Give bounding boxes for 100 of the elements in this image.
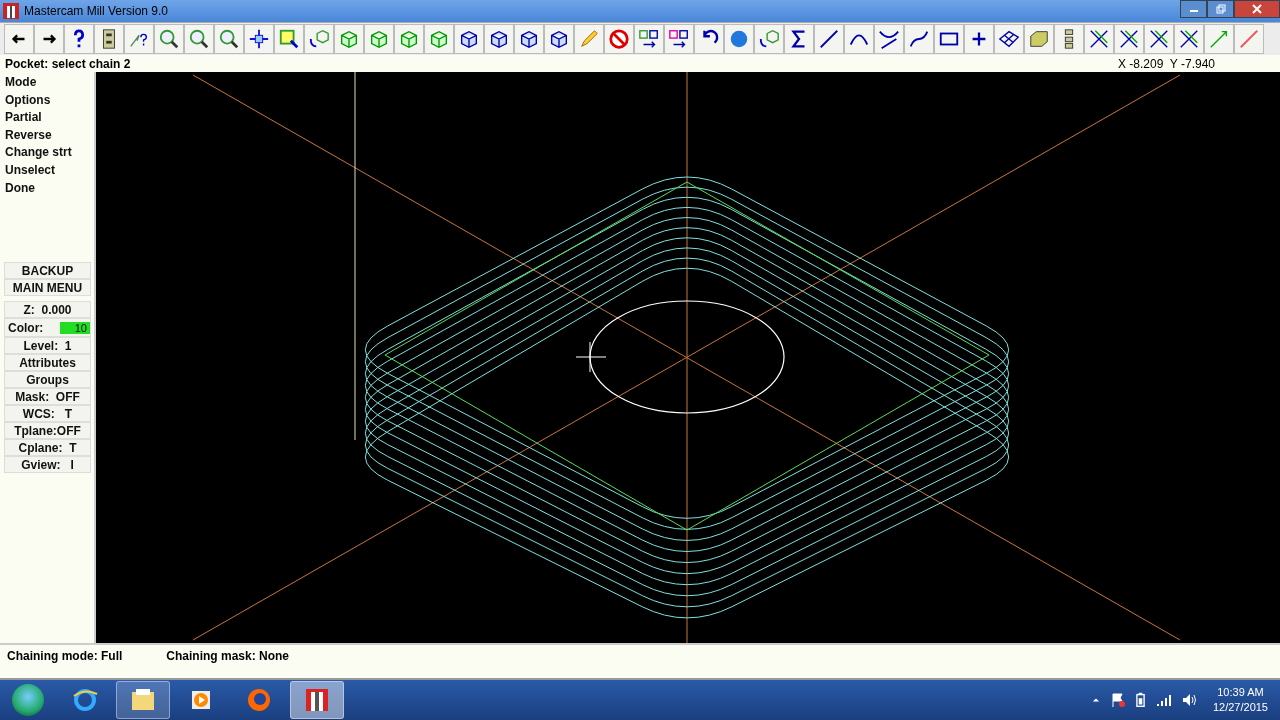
surface-icon [998,28,1020,50]
toolbar-button[interactable] [1174,24,1204,54]
cube-icon [548,28,570,50]
setting-button[interactable]: Groups [4,371,91,388]
pencil-icon [578,28,600,50]
toolbar-button[interactable] [1144,24,1174,54]
clock[interactable]: 10:39 AM 12/27/2015 [1212,685,1268,715]
line-icon [1238,28,1260,50]
spline-icon [908,28,930,50]
zoom-icon [158,28,180,50]
select-icon [278,28,300,50]
cube-icon [458,28,480,50]
cube-icon [428,28,450,50]
clock-date: 12/27/2015 [1212,700,1268,715]
sphere-icon [728,28,750,50]
toolbar-button[interactable] [514,24,544,54]
toolbar-button[interactable] [694,24,724,54]
toolbar-button[interactable] [634,24,664,54]
close-button[interactable] [1234,0,1280,18]
setting-button[interactable]: Gview: I [4,456,91,473]
setting-button[interactable]: Tplane:OFF [4,422,91,439]
toolbar-button[interactable] [64,24,94,54]
toolbar-button[interactable] [34,24,64,54]
toolbar-button[interactable] [814,24,844,54]
menu-item[interactable]: Done [0,179,35,198]
toolbar-button[interactable] [664,24,694,54]
toolbar-button[interactable] [934,24,964,54]
toolbar-button[interactable] [544,24,574,54]
chaining-mode-text: Chaining mode: Full [7,649,123,665]
restore-button[interactable] [1207,0,1234,18]
crossed-lines-icon [1178,28,1200,50]
show-hidden-icons-icon[interactable] [1091,696,1100,704]
app-logo-icon [3,3,19,19]
close-icon [1252,4,1262,14]
toolbar-button[interactable] [94,24,124,54]
solid-icon [1028,28,1050,50]
toolbar-button[interactable] [244,24,274,54]
speaker-icon[interactable] [1180,692,1197,708]
toolbar-button[interactable] [904,24,934,54]
menu-item[interactable]: Mode [0,74,37,92]
clock-time: 10:39 AM [1217,685,1264,700]
toolbar-button[interactable] [784,24,814,54]
toolbar-button[interactable] [454,24,484,54]
toolbar-button[interactable] [874,24,904,54]
prompt-text: Pocket: select chain 2 [5,56,131,71]
menu-item[interactable]: Reverse [0,126,52,145]
cube-icon [368,28,390,50]
signal-icon[interactable] [1154,692,1171,708]
crossed-lines-icon [1118,28,1140,50]
cursor-coordinates: X -8.209 Y -7.940 [1118,56,1215,71]
no-sign-icon [608,28,630,50]
pan-icon [248,28,270,50]
crossed-lines-icon [1088,28,1110,50]
line-icon [818,28,840,50]
menu-item[interactable]: Change strt [0,144,72,162]
cube-icon [518,28,540,50]
toolbar-button[interactable] [844,24,874,54]
menu-item[interactable]: Options [0,91,51,110]
toolbar-button[interactable] [1054,24,1084,54]
toolbar-button[interactable] [484,24,514,54]
color-label: Color: [8,320,44,335]
zoom-icon [188,28,210,50]
menu-button[interactable]: MAIN MENU [4,279,91,296]
copy-icon [638,28,660,50]
setting-button[interactable]: Level: 1 [4,337,91,354]
chaining-mask-text: Chaining mask: None [166,649,289,665]
taskbar-app[interactable] [116,681,170,719]
cube-icon [398,28,420,50]
setting-button[interactable]: WCS: T [4,405,91,422]
cube-icon [488,28,510,50]
setting-button[interactable]: Attributes [4,354,91,371]
minimize-button[interactable] [1180,0,1207,18]
taskbar-app[interactable] [290,681,344,719]
rotate-icon [308,28,330,50]
setting-button[interactable]: Z: 0.000 [4,301,91,318]
crossed-lines-icon [1148,28,1170,50]
menu-item[interactable]: Partial [0,109,42,127]
arrow-line-icon [1208,28,1230,50]
window-title: Mastercam Mill Version 9.0 [24,4,169,18]
color-setting[interactable]: Color: 10 [4,318,91,337]
app-logo-icon [303,686,331,714]
toolbar-button[interactable] [964,24,994,54]
toolbar-button[interactable] [4,24,34,54]
flag-icon[interactable] [1109,692,1126,708]
menu-item[interactable]: Unselect [0,161,56,180]
cube-icon [338,28,360,50]
toolbar-button[interactable] [1084,24,1114,54]
transform-icon [758,28,780,50]
zoom-icon [218,28,240,50]
copy-icon [668,28,690,50]
toolbar-button[interactable] [994,24,1024,54]
toolbar-button[interactable] [1114,24,1144,54]
battery-icon[interactable] [1135,692,1145,708]
restore-icon [1215,4,1226,14]
fillet-icon [878,28,900,50]
setting-button[interactable]: Cplane: T [4,439,91,456]
menu-button[interactable]: BACKUP [4,262,91,279]
toolbar-button[interactable] [274,24,304,54]
setting-button[interactable]: Mask: OFF [4,388,91,405]
color-swatch: 10 [60,321,90,334]
